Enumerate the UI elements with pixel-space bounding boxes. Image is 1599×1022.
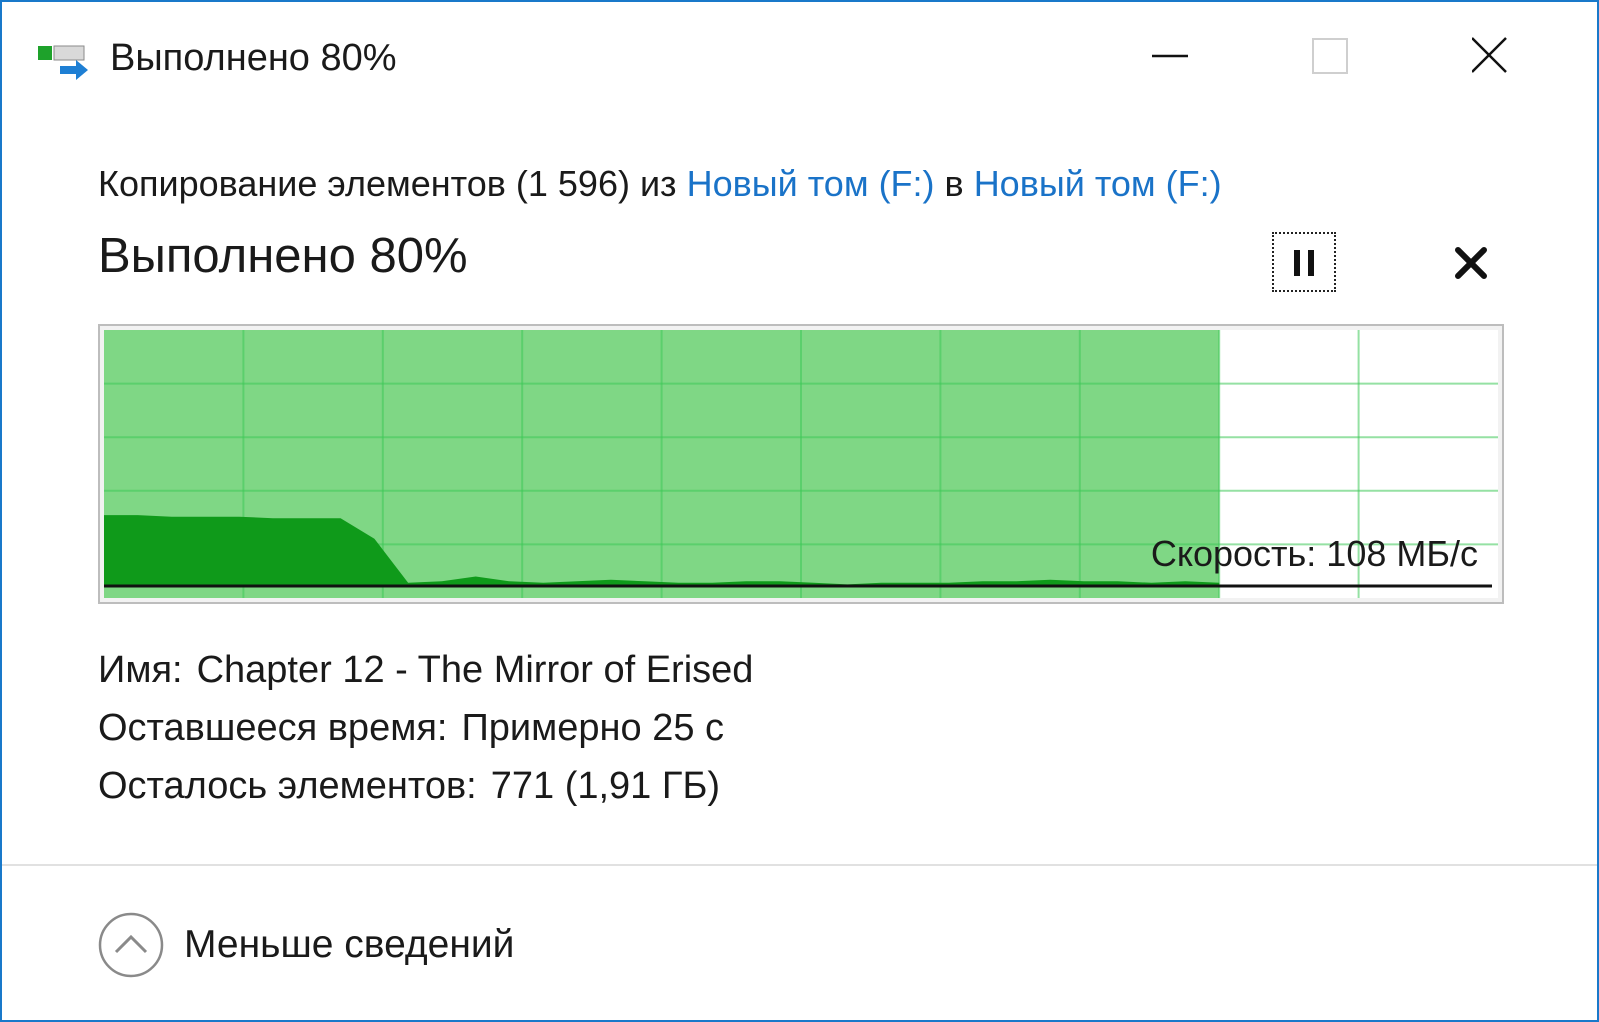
maximize-icon [1312, 38, 1348, 74]
chevron-up-circle-icon [98, 912, 164, 978]
minimize-icon [1152, 54, 1188, 58]
speed-label: Скорость: 108 МБ/с [1150, 533, 1478, 574]
pause-icon-bar [1308, 250, 1314, 276]
file-name-row: Имя: Chapter 12 - The Mirror of Erised [98, 646, 753, 694]
items-remaining-label: Осталось элементов: [98, 765, 477, 807]
source-link[interactable]: Новый том (F:) [687, 163, 935, 204]
time-remaining-row: Оставшееся время: Примерно 25 с [98, 704, 724, 752]
pause-button[interactable] [1272, 232, 1336, 292]
footer-divider [2, 864, 1597, 866]
time-remaining-value: Примерно 25 с [461, 707, 725, 749]
close-icon [1472, 37, 1507, 73]
time-remaining-label: Оставшееся время: [98, 707, 448, 749]
file-name-label: Имя: [98, 649, 183, 691]
items-remaining-value: 771 (1,91 ГБ) [490, 765, 721, 807]
title-bar[interactable]: Выполнено 80% [2, 2, 1597, 112]
minimize-button[interactable] [1152, 22, 1232, 92]
cancel-icon [1455, 247, 1487, 279]
copy-description-middle: в [934, 163, 974, 204]
fewer-details-label: Меньше сведений [184, 923, 515, 966]
speed-graph-area: Скорость: 108 МБ/с [104, 330, 1498, 598]
progress-title: Выполнено 80% [98, 229, 468, 283]
pause-icon [1294, 250, 1300, 276]
copy-description-prefix: Копирование элементов (1 596) из [98, 163, 687, 204]
speed-graph: Скорость: 108 МБ/с [98, 324, 1504, 604]
destination-link[interactable]: Новый том (F:) [974, 163, 1222, 204]
copy-icon [38, 45, 88, 80]
close-button[interactable] [1472, 22, 1552, 92]
window-title: Выполнено 80% [110, 37, 397, 79]
items-remaining-row: Осталось элементов: 771 (1,91 ГБ) [98, 762, 720, 810]
maximize-button[interactable] [1312, 22, 1392, 92]
copy-progress-window: Выполнено 80% Копирование элементов (1 5… [0, 0, 1599, 1022]
copy-description: Копирование элементов (1 596) из Новый т… [98, 160, 1222, 208]
file-name-value: Chapter 12 - The Mirror of Erised [196, 649, 754, 691]
fewer-details-button[interactable]: Меньше сведений [98, 912, 558, 978]
cancel-button[interactable] [1450, 238, 1494, 286]
